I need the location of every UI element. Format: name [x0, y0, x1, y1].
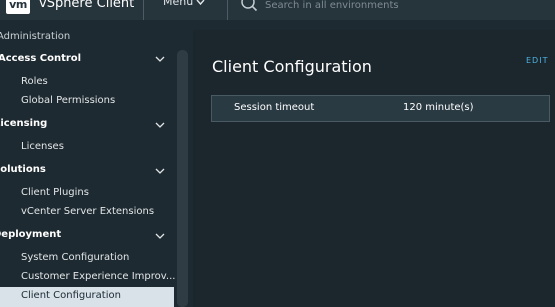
sidebar-item-client-plugins[interactable]: Client Plugins — [21, 187, 89, 198]
header-divider — [227, 0, 228, 20]
sidebar-item-roles[interactable]: Roles — [21, 76, 48, 87]
vsphere-client-window: vm vSphere Client Menu Administration Ac… — [0, 0, 555, 307]
sidebar-item-licenses[interactable]: Licenses — [21, 141, 64, 152]
vm-logo: vm — [6, 0, 30, 14]
sidebar-section-access-control[interactable]: Access Control — [0, 53, 81, 64]
sidebar-item-vcenter-server-extensions[interactable]: vCenter Server Extensions — [21, 206, 154, 217]
sidebar-section-licensing[interactable]: Licensing — [0, 118, 47, 129]
header-divider — [143, 0, 144, 20]
sidebar-item-system-configuration[interactable]: System Configuration — [21, 252, 129, 263]
page-title: Client Configuration — [212, 57, 372, 76]
chevron-down-icon[interactable] — [155, 233, 165, 240]
chevron-down-icon[interactable] — [155, 56, 165, 63]
sidebar-section-solutions[interactable]: Solutions — [0, 164, 46, 175]
sidebar-scrollbar[interactable] — [177, 50, 188, 307]
chevron-down-icon[interactable] — [155, 168, 165, 175]
top-header: vm vSphere Client Menu — [0, 0, 555, 20]
menu-button[interactable]: Menu — [163, 0, 193, 8]
sidebar-top-label: Administration — [0, 31, 71, 42]
chevron-down-icon[interactable] — [155, 122, 165, 129]
sidebar-item-global-permissions[interactable]: Global Permissions — [21, 95, 115, 106]
edit-button[interactable]: EDIT — [526, 56, 548, 65]
sidebar-item-label: Client Configuration — [21, 290, 121, 301]
chevron-down-icon[interactable] — [196, 0, 205, 7]
sidebar-section-deployment[interactable]: Deployment — [0, 229, 61, 240]
setting-key-label: Session timeout — [234, 102, 315, 113]
sidebar-item-customer-experience[interactable]: Customer Experience Improv... — [21, 271, 175, 282]
setting-value: 120 minute(s) — [403, 102, 474, 113]
search-icon[interactable] — [240, 0, 258, 12]
search-input[interactable] — [265, 0, 465, 13]
app-title[interactable]: vSphere Client — [39, 0, 134, 11]
